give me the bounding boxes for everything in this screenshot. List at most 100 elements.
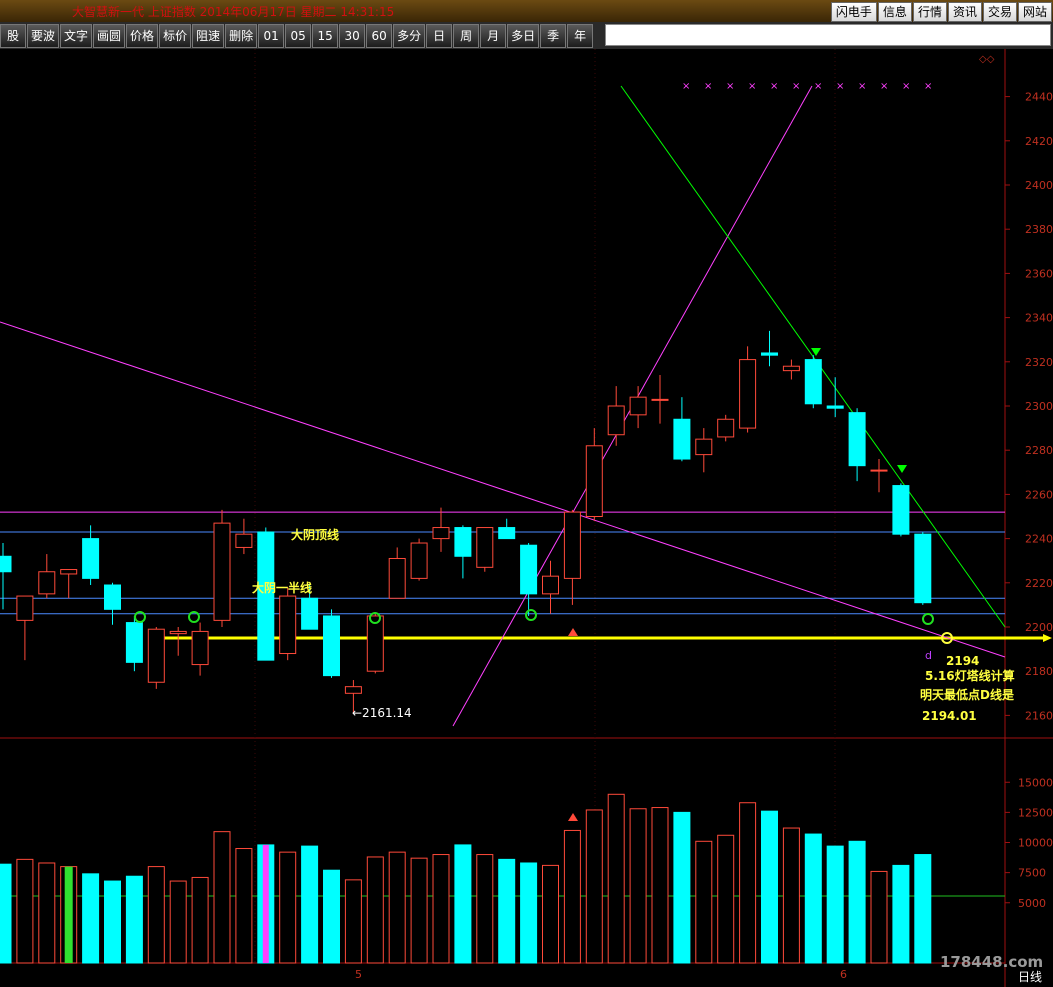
tool-button-17[interactable]: 多日 [507, 24, 540, 48]
tool-button-3[interactable]: 画圆 [93, 24, 126, 48]
tool-button-2[interactable]: 文字 [60, 24, 93, 48]
volume-bar-20 [432, 854, 450, 964]
volume-bar-41 [892, 864, 910, 964]
volume-bar-27 [585, 809, 603, 964]
chart-toolbar: 股要波 文字 画圆 价格 标价 阻速 删除 01 05 15 30 60 多分日周月多日季年 [0, 22, 1053, 49]
signal-x-mark-4: × [770, 81, 778, 92]
annotation-price_2194: 2194 [946, 654, 979, 668]
volume-bar-28 [607, 793, 625, 964]
candle-22 [476, 527, 494, 568]
circle-marker-3 [525, 609, 537, 621]
tool-button-4[interactable]: 价格 [126, 24, 159, 48]
candle-38 [826, 405, 844, 409]
tool-button-6[interactable]: 阻速 [192, 24, 225, 48]
kline-chart[interactable]: 2440 2420 2400 2380 2360 2340 2320 2300 2280 2260… [0, 49, 1053, 987]
candle-33 [717, 418, 735, 438]
tool-buttons: 股要波 文字 画圆 价格 标价 阻速 删除 01 05 15 30 60 多分日周月多日季年 [0, 24, 594, 48]
candle-24 [520, 544, 538, 595]
command-input[interactable] [605, 24, 1051, 46]
price-tick-label-4: 2360 [1025, 267, 1053, 280]
tool-button-0[interactable]: 股 [0, 24, 26, 48]
volume-tick-label-1: 12500 [1018, 806, 1053, 819]
date-label-0: 5 [355, 968, 362, 981]
candle-3 [60, 569, 78, 575]
menu-item-4[interactable]: 交易 [982, 2, 1017, 22]
arrow-down-icon-0 [811, 348, 821, 356]
tool-button-9[interactable]: 05 [285, 24, 312, 48]
diamond-icon: ◇◇ [979, 54, 995, 65]
candle-34 [739, 359, 757, 429]
period-label: 日线 [1018, 970, 1043, 984]
candle-30 [651, 398, 669, 401]
price-tick-label-1: 2420 [1025, 135, 1053, 148]
menu-item-1[interactable]: 信息 [877, 2, 912, 22]
main-menu: 闪电手 信息 行情 资讯 交易 网站 [830, 0, 1053, 22]
signal-x-mark-0: × [682, 81, 690, 92]
tool-button-5[interactable]: 标价 [159, 24, 192, 48]
tool-button-12[interactable]: 60 [366, 24, 393, 48]
signal-x-mark-11: × [924, 81, 932, 92]
price-tick-label-13: 2180 [1025, 665, 1053, 678]
candle-8 [169, 630, 187, 635]
signal-x-mark-6: × [814, 81, 822, 92]
volume-bar-19 [410, 857, 428, 964]
candle-19 [410, 542, 428, 579]
volume-bar-29 [629, 808, 647, 964]
volume-tick-label-4: 5000 [1018, 897, 1046, 910]
volume-bar-22 [476, 854, 494, 964]
tool-button-11[interactable]: 30 [339, 24, 366, 48]
volume-bar-21 [454, 844, 472, 964]
title-bar: 大智慧新一代 上证指数 2014年06月17日 星期二 14:31:15 闪电手… [0, 0, 1053, 22]
candle-15 [323, 615, 340, 677]
tool-button-15[interactable]: 周 [453, 24, 480, 48]
volume-highlight-magenta [262, 844, 269, 963]
signal-x-mark-8: × [858, 81, 866, 92]
menu-item-2[interactable]: 行情 [912, 2, 947, 22]
tool-button-13[interactable]: 多分 [393, 24, 426, 48]
annotation-d-mark: d [925, 649, 932, 662]
candle-10 [213, 522, 231, 621]
candle-2 [38, 571, 56, 595]
volume-tick-label-2: 10000 [1018, 837, 1053, 850]
volume-bar-8 [169, 880, 187, 964]
tool-button-14[interactable]: 日 [426, 24, 453, 48]
menu-item-0[interactable]: 闪电手 [830, 2, 877, 22]
tool-button-18[interactable]: 季 [540, 24, 567, 48]
menu-item-3[interactable]: 资讯 [947, 2, 982, 22]
volume-bar-17 [366, 856, 384, 964]
volume-bar-24 [520, 862, 538, 964]
signal-x-mark-5: × [792, 81, 800, 92]
candle-35 [761, 352, 778, 356]
arrow-up-icon-3 [568, 813, 578, 821]
volume-bar-37 [804, 833, 822, 964]
volume-bar-34 [739, 802, 757, 964]
annotation-note3: 2194.01 [922, 709, 977, 723]
menu-item-5[interactable]: 网站 [1017, 2, 1052, 22]
candle-39 [848, 412, 866, 467]
tool-button-7[interactable]: 删除 [225, 24, 258, 48]
candle-7 [147, 628, 165, 683]
candle-5 [104, 584, 121, 610]
price-tick-label-3: 2380 [1025, 223, 1053, 236]
tool-button-10[interactable]: 15 [312, 24, 339, 48]
volume-bar-30 [651, 807, 669, 964]
annotation-top_line: 大阴顶线 [291, 527, 339, 542]
candle-36 [782, 365, 800, 372]
price-tick-label-6: 2320 [1025, 356, 1053, 369]
tool-button-16[interactable]: 月 [480, 24, 507, 48]
volume-bar-38 [826, 845, 844, 964]
tool-button-8[interactable]: 01 [258, 24, 285, 48]
price-tick-label-8: 2280 [1025, 444, 1053, 457]
tool-button-19[interactable]: 年 [567, 24, 594, 48]
price-tick-label-5: 2340 [1025, 312, 1053, 325]
volume-bar-40 [870, 870, 888, 964]
volume-bar-4 [82, 873, 100, 964]
signal-x-mark-9: × [880, 81, 888, 92]
volume-bar-31 [673, 811, 691, 964]
signal-x-mark-2: × [726, 81, 734, 92]
volume-tick-label-3: 7500 [1018, 867, 1046, 880]
volume-bar-13 [279, 851, 297, 964]
candle-16 [344, 686, 362, 694]
tool-button-1[interactable]: 要波 [27, 24, 60, 48]
candle-32 [695, 438, 713, 456]
